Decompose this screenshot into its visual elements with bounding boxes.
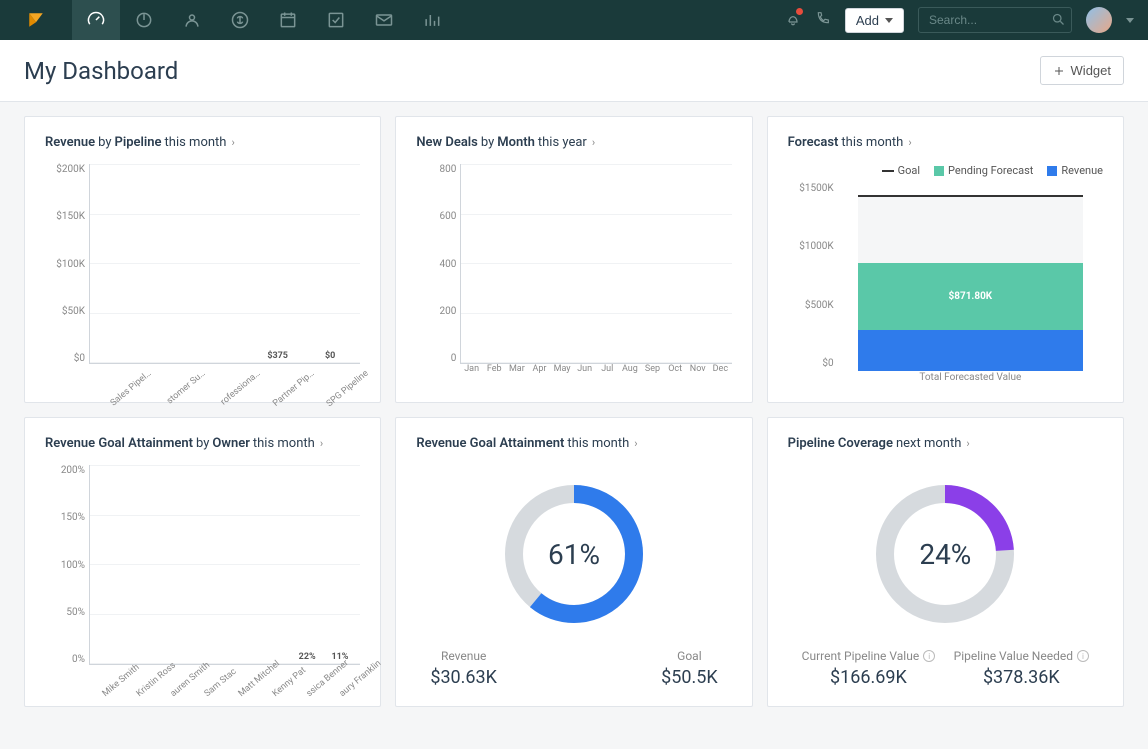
- search-wrap: [918, 7, 1072, 33]
- card-title[interactable]: Forecast this month ›: [788, 135, 1103, 150]
- chart-forecast: $1500K$1000K$500K$0$871.80KTotal Forecas…: [838, 183, 1103, 383]
- card-forecast: Forecast this month › Goal Pending Forec…: [767, 116, 1124, 403]
- donut-rga: 61%: [499, 479, 649, 629]
- kpi-label: Goal: [661, 649, 718, 663]
- calendar-icon[interactable]: [264, 0, 312, 40]
- forecast-legend: Goal Pending Forecast Revenue: [788, 164, 1103, 177]
- money-icon[interactable]: [216, 0, 264, 40]
- tasks-icon[interactable]: [312, 0, 360, 40]
- card-coverage: Pipeline Coverage next month › 24% Curre…: [767, 417, 1124, 707]
- kpi-value: $378.36K: [954, 667, 1089, 688]
- add-widget-button[interactable]: Widget: [1040, 56, 1124, 85]
- reports-icon[interactable]: [408, 0, 456, 40]
- donut-pct: 61%: [499, 479, 649, 629]
- add-widget-label: Widget: [1071, 63, 1111, 78]
- phone-icon[interactable]: [815, 10, 831, 30]
- kpi-value: $30.63K: [430, 667, 497, 688]
- chevron-right-icon: ›: [592, 136, 595, 149]
- search-icon: [1051, 12, 1066, 27]
- user-menu-caret-icon[interactable]: [1126, 18, 1134, 23]
- card-rga: Revenue Goal Attainment this month › 61%…: [395, 417, 752, 707]
- dashboard-grid: Revenue by Pipeline this month › $200K$1…: [0, 102, 1148, 721]
- caret-down-icon: [885, 18, 893, 23]
- dashboard-icon[interactable]: [72, 0, 120, 40]
- info-icon[interactable]: i: [923, 650, 935, 662]
- card-title[interactable]: Revenue by Pipeline this month ›: [45, 135, 360, 150]
- card-title[interactable]: Revenue Goal Attainment this month ›: [416, 436, 731, 451]
- chart-new-deals: 8006004002000509356656306276266286302280…: [416, 164, 731, 384]
- power-icon[interactable]: [120, 0, 168, 40]
- kpi-value: $50.5K: [661, 667, 718, 688]
- contacts-icon[interactable]: [168, 0, 216, 40]
- info-icon[interactable]: i: [1077, 650, 1089, 662]
- add-button[interactable]: Add: [845, 8, 904, 33]
- chevron-right-icon: ›: [908, 136, 911, 149]
- donut-coverage: 24%: [870, 479, 1020, 629]
- chart-revenue-pipeline: $200K$150K$100K$50K$0$178.40K$135.90K$28…: [45, 164, 360, 384]
- kpi-value: $166.69K: [802, 667, 936, 688]
- chevron-right-icon: ›: [320, 437, 323, 450]
- plus-icon: [1053, 65, 1065, 77]
- card-revenue-pipeline: Revenue by Pipeline this month › $200K$1…: [24, 116, 381, 403]
- card-rga-owner: Revenue Goal Attainment by Owner this mo…: [24, 417, 381, 707]
- nav-icons: [72, 0, 456, 40]
- card-new-deals: New Deals by Month this year › 800600400…: [395, 116, 752, 403]
- add-button-label: Add: [856, 13, 879, 28]
- card-title[interactable]: Revenue Goal Attainment by Owner this mo…: [45, 436, 360, 451]
- chevron-right-icon: ›: [966, 437, 969, 450]
- card-title[interactable]: New Deals by Month this year ›: [416, 135, 731, 150]
- kpi-label: Pipeline Value Neededi: [954, 649, 1089, 663]
- kpi-label: Revenue: [430, 649, 497, 663]
- chevron-right-icon: ›: [231, 136, 234, 149]
- notifications-icon[interactable]: [785, 10, 801, 30]
- avatar[interactable]: [1086, 7, 1112, 33]
- card-title[interactable]: Pipeline Coverage next month ›: [788, 436, 1103, 451]
- mail-icon[interactable]: [360, 0, 408, 40]
- search-input[interactable]: [918, 7, 1072, 33]
- chart-rga-owner: 200%150%100%50%0%114%99%81%52%42%35%22%1…: [45, 465, 360, 685]
- page-header: My Dashboard Widget: [0, 40, 1148, 102]
- donut-pct: 24%: [870, 479, 1020, 629]
- kpi-label: Current Pipeline Valuei: [802, 649, 936, 663]
- page-title: My Dashboard: [24, 57, 178, 85]
- chevron-right-icon: ›: [634, 437, 637, 450]
- top-nav: Add: [0, 0, 1148, 40]
- nav-right: Add: [785, 7, 1148, 33]
- notification-dot: [796, 8, 803, 15]
- logo[interactable]: [0, 0, 72, 40]
